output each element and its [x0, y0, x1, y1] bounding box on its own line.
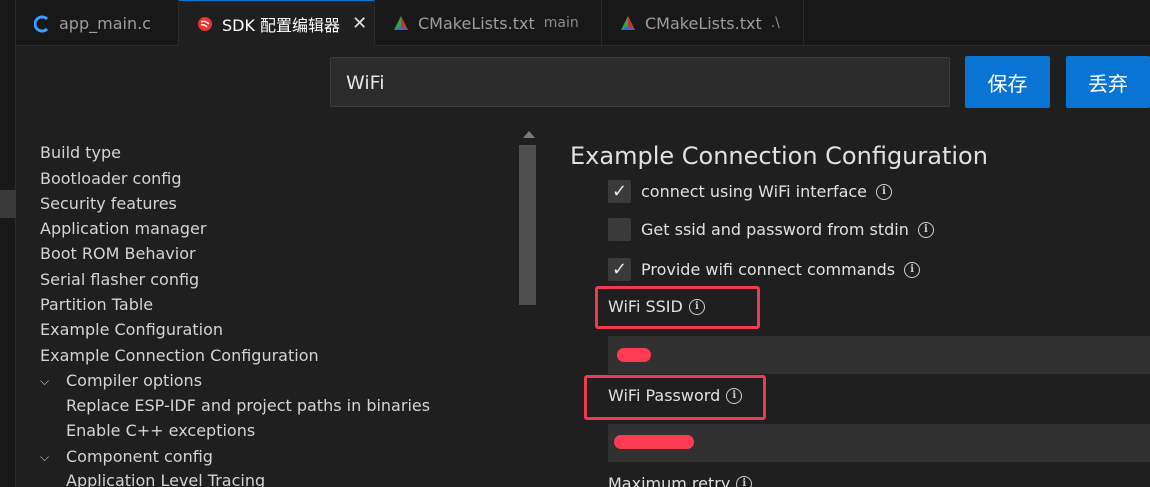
option-ssid-from-stdin[interactable]: Get ssid and password from stdin i: [608, 218, 934, 241]
tree-item-compiler-options[interactable]: Compiler options: [66, 371, 202, 390]
c-language-icon: [33, 15, 50, 33]
tree-item-application-manager[interactable]: Application manager: [40, 219, 206, 238]
close-icon[interactable]: ✕: [352, 13, 367, 34]
tab-sublabel: .\: [770, 15, 780, 31]
info-icon[interactable]: i: [876, 183, 893, 200]
editor-tab-bar: app_main.c SDK 配置编辑器 ✕ CMakeLists.txt ma…: [16, 0, 1150, 46]
discard-button[interactable]: 丢弃: [1066, 56, 1150, 108]
option-provide-wifi-commands[interactable]: ✓ Provide wifi connect commands i: [608, 258, 921, 281]
info-icon[interactable]: i: [917, 221, 934, 238]
tree-item-example-connection-configuration[interactable]: Example Connection Configuration: [40, 346, 319, 365]
tab-label: SDK 配置编辑器: [222, 15, 341, 35]
tab-sublabel: main: [543, 15, 579, 31]
tree-item-boot-rom-behavior[interactable]: Boot ROM Behavior: [40, 244, 196, 263]
tab-cmakelists-root[interactable]: CMakeLists.txt .\: [602, 0, 804, 46]
checkbox-checked[interactable]: ✓: [608, 180, 631, 203]
info-icon[interactable]: i: [736, 475, 753, 487]
info-icon[interactable]: i: [904, 261, 921, 278]
activity-bar: [0, 0, 16, 487]
tree-item-bootloader-config[interactable]: Bootloader config: [40, 169, 182, 188]
redaction-mark: [617, 348, 651, 362]
tab-label: CMakeLists.txt: [645, 13, 762, 33]
field-label-text: Maximum retry: [608, 474, 731, 487]
tree-item-security-features[interactable]: Security features: [40, 194, 177, 213]
tree-item-build-type[interactable]: Build type: [40, 143, 121, 162]
wifi-ssid-input[interactable]: [608, 336, 1150, 374]
chevron-down-icon[interactable]: ⌵: [40, 450, 49, 465]
annotation-highlight-box: [595, 286, 760, 329]
tab-label: CMakeLists.txt: [418, 13, 535, 33]
tab-cmakelists-main[interactable]: CMakeLists.txt main: [375, 0, 602, 46]
tree-item-partition-table[interactable]: Partition Table: [40, 295, 153, 314]
search-input[interactable]: WiFi: [330, 57, 950, 107]
cmake-icon: [393, 15, 409, 31]
activity-bar-active-marker: [0, 190, 16, 218]
option-connect-wifi[interactable]: ✓ connect using WiFi interface i: [608, 180, 893, 203]
save-button[interactable]: 保存: [965, 56, 1050, 108]
tree-item-enable-cpp-exceptions[interactable]: Enable C++ exceptions: [66, 421, 255, 440]
tab-sdk-config-editor[interactable]: SDK 配置编辑器 ✕: [179, 0, 375, 46]
tree-item-example-configuration[interactable]: Example Configuration: [40, 320, 223, 339]
tree-item-component-config[interactable]: Component config: [66, 447, 213, 466]
annotation-highlight-box: [584, 375, 766, 420]
tree-item-replace-paths[interactable]: Replace ESP-IDF and project paths in bin…: [66, 396, 430, 415]
tree-item-serial-flasher-config[interactable]: Serial flasher config: [40, 270, 199, 289]
checkbox-checked[interactable]: ✓: [608, 258, 631, 281]
tab-label: app_main.c: [59, 13, 151, 33]
option-label: Get ssid and password from stdin: [641, 220, 909, 239]
section-title: Example Connection Configuration: [570, 142, 988, 170]
scrollbar-thumb[interactable]: [519, 145, 536, 305]
cmake-icon: [620, 15, 636, 31]
checkbox-unchecked[interactable]: [608, 218, 631, 241]
maximum-retry-label: Maximum retry i: [608, 474, 753, 487]
option-label: connect using WiFi interface: [641, 182, 868, 201]
tree-item-application-level-tracing[interactable]: Application Level Tracing: [66, 471, 265, 487]
chevron-down-icon[interactable]: ⌵: [40, 374, 49, 389]
option-label: Provide wifi connect commands: [641, 260, 896, 279]
tab-app-main-c[interactable]: app_main.c: [16, 0, 179, 46]
redaction-mark: [614, 435, 694, 449]
espressif-icon: [197, 16, 213, 32]
scroll-up-arrow-icon[interactable]: [523, 131, 535, 138]
